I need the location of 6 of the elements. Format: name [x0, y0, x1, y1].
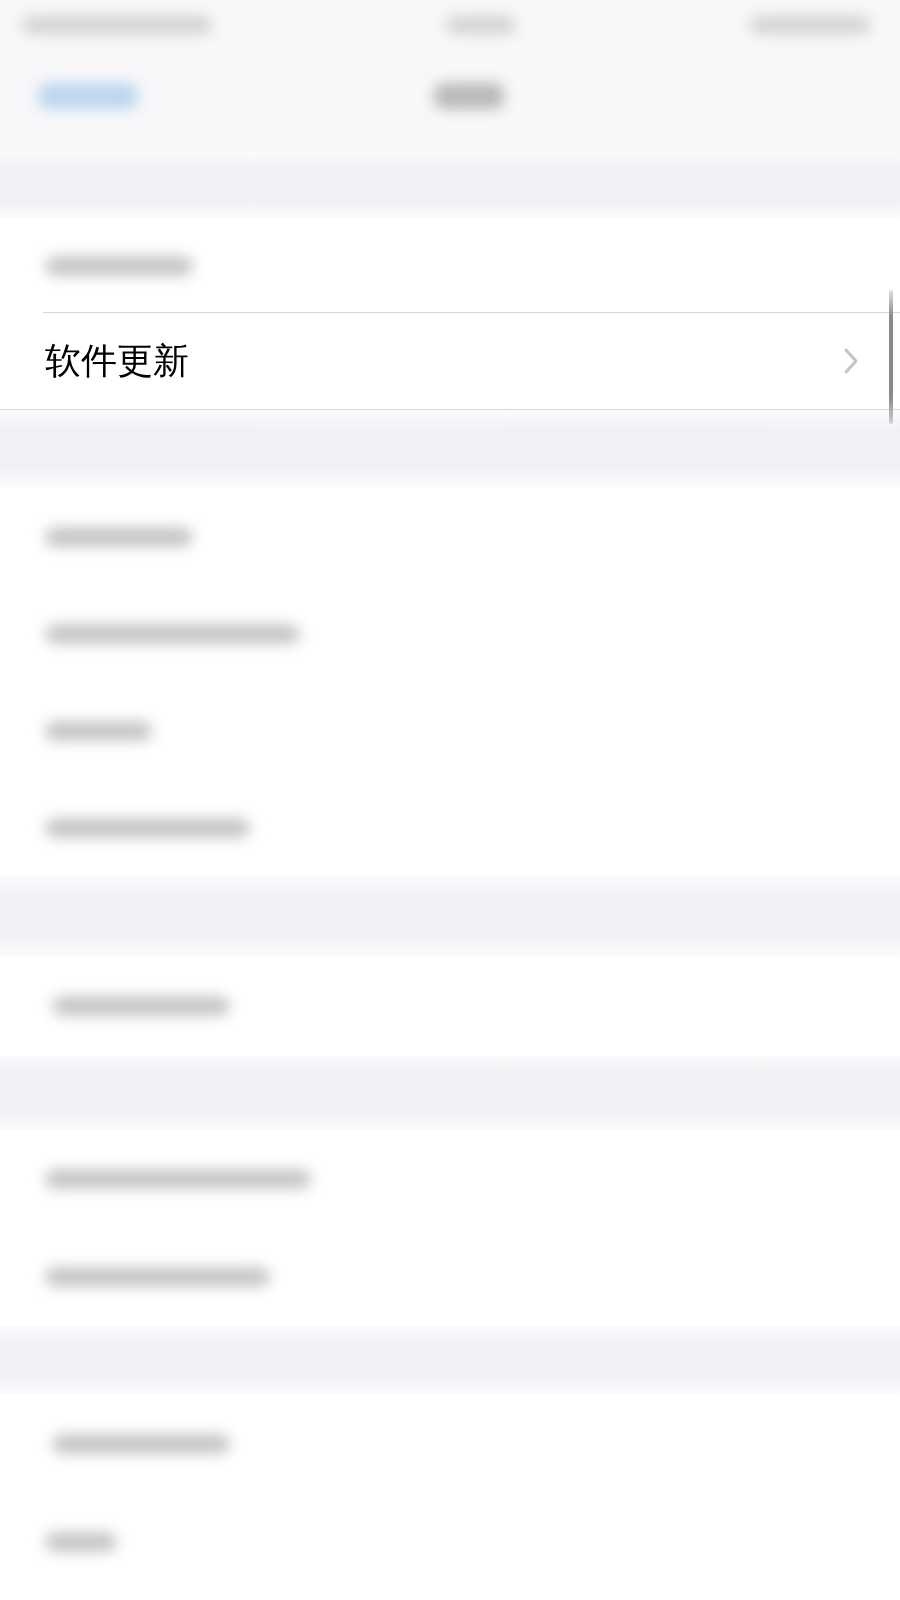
chevron-right-icon	[844, 347, 858, 374]
blurred-text	[446, 16, 516, 34]
blurred-text	[434, 82, 504, 109]
blurred-text	[45, 1532, 117, 1552]
row-label: 软件更新	[45, 338, 189, 383]
settings-row[interactable]: 软件更新	[0, 312, 900, 410]
